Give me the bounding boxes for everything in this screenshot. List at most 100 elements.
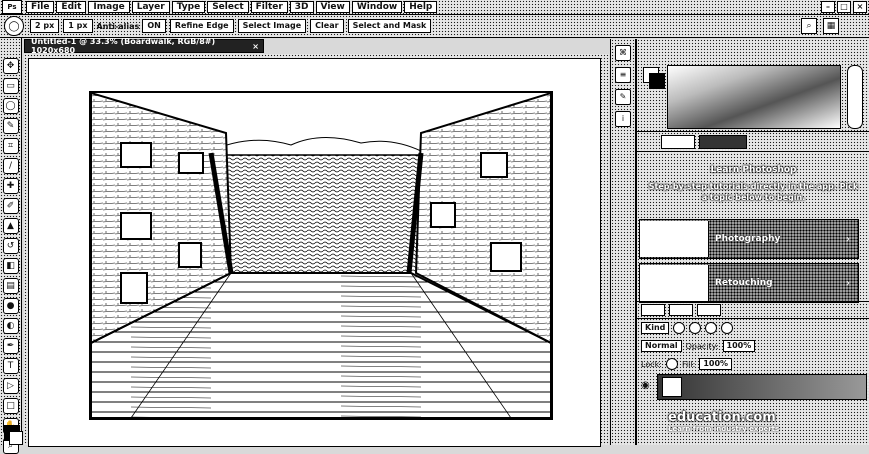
chevron-right-icon: › [846, 233, 850, 245]
photography-thumbnail [640, 221, 709, 257]
background-color-swatch[interactable] [9, 431, 23, 445]
menu-edit[interactable]: Edit [56, 1, 87, 13]
eye-icon[interactable]: ◉ [641, 380, 650, 391]
layer-thumbnail [662, 377, 682, 397]
document-title: Untitled-1 @ 33.3% (Boardwalk, RGB/8#) 1… [31, 37, 216, 55]
refine-edge-button[interactable]: Refine Edge [169, 19, 234, 33]
color-spectrum[interactable] [667, 65, 841, 129]
tutorial-label: Photography [715, 234, 781, 244]
healing-brush-icon[interactable]: ✚ [2, 178, 19, 194]
document-canvas[interactable] [28, 58, 601, 447]
stamp-tool-icon[interactable]: ▲ [2, 218, 19, 234]
pen-tool-icon[interactable]: ✒ [2, 338, 19, 354]
search-icon[interactable]: ⌕ [801, 18, 817, 34]
path-select-icon[interactable]: ▷ [2, 378, 19, 394]
lock-label: Lock: [641, 359, 662, 369]
menu-file[interactable]: File [26, 1, 55, 13]
lock-icon[interactable] [665, 358, 678, 370]
retouching-thumbnail [640, 265, 709, 301]
workspace-icon[interactable]: ▦ [823, 18, 839, 34]
dodge-tool-icon[interactable]: ◐ [2, 318, 19, 334]
tutorial-photography[interactable]: Photography › [639, 219, 859, 259]
menu-filter[interactable]: Filter [250, 1, 288, 13]
size-input[interactable]: 2 px [30, 19, 60, 33]
photoshop-logo-icon[interactable]: Ps [2, 0, 22, 14]
learn-panel: Learn Photoshop Step-by-step tutorials d… [637, 153, 869, 303]
menu-image[interactable]: Image [88, 1, 130, 13]
size2-input[interactable]: 1 px [63, 19, 93, 33]
lasso-tool-icon[interactable]: ◯ [4, 16, 24, 36]
marquee-tool-icon[interactable]: ▭ [2, 78, 19, 94]
window-controls: – □ × [821, 1, 867, 13]
hue-slider[interactable] [847, 65, 863, 129]
layers-blend-row: Normal Opacity: 100% [637, 337, 869, 355]
pixel-filter-icon[interactable] [673, 322, 686, 334]
layers-filter-row: Kind [637, 319, 869, 337]
opacity-input[interactable]: 100% [722, 340, 756, 352]
type-tool-icon[interactable]: T [2, 358, 19, 374]
close-icon[interactable]: × [853, 1, 867, 13]
layers-panel: Kind Normal Opacity: 100% Lock: Fill: 10… [637, 301, 869, 412]
select-and-mask-button[interactable]: Select and Mask [347, 19, 432, 33]
close-icon[interactable]: × [252, 42, 259, 51]
tools-panel: ✥ ▭ ◯ ✎ ⌗ / ✚ ✐ ▲ ↺ ◧ ▤ ● ◐ ✒ T ▷ □ ✋ ⌕ [0, 38, 23, 454]
crop-tool-icon[interactable]: ⌗ [2, 138, 19, 154]
blur-tool-icon[interactable]: ● [2, 298, 19, 314]
layers-lock-row: Lock: Fill: 100% [637, 355, 869, 373]
info-panel-icon[interactable]: i [615, 111, 631, 127]
boardwalk-photo [89, 91, 553, 420]
learn-title: Learn Photoshop [710, 165, 797, 175]
eraser-tool-icon[interactable]: ◧ [2, 258, 19, 274]
tutorial-retouching[interactable]: Retouching › [639, 263, 859, 303]
background-swatch[interactable] [649, 73, 665, 89]
layer-kind-select[interactable]: Kind [641, 322, 670, 334]
menu-3d[interactable]: 3D [289, 1, 314, 13]
clear-button[interactable]: Clear [310, 19, 344, 33]
watermark-subtitle: Learn from industry experts [668, 425, 780, 433]
color-panel [637, 39, 869, 132]
eyedropper-tool-icon[interactable]: / [2, 158, 19, 174]
shape-tool-icon[interactable]: □ [2, 398, 19, 414]
antialias-label: Anti-alias [96, 21, 140, 31]
history-panel-icon[interactable]: ⌘ [615, 45, 631, 61]
tab-channels[interactable] [669, 304, 693, 316]
move-tool-icon[interactable]: ✥ [2, 58, 19, 74]
history-brush-icon[interactable]: ↺ [2, 238, 19, 254]
panel-tabs [637, 132, 869, 152]
menu-type[interactable]: Type [171, 1, 206, 13]
shape-filter-icon[interactable] [721, 322, 734, 334]
menu-layer[interactable]: Layer [131, 1, 170, 13]
blend-mode-select[interactable]: Normal [641, 340, 682, 352]
tab-learn[interactable] [699, 134, 747, 149]
menu-help[interactable]: Help [404, 1, 438, 13]
tutorial-label: Retouching [715, 278, 773, 288]
fill-input[interactable]: 100% [699, 358, 733, 370]
properties-panel-icon[interactable]: ≡ [615, 67, 631, 83]
menu-view[interactable]: View [315, 1, 350, 13]
canvas-area [24, 54, 609, 447]
maximize-icon[interactable]: □ [837, 1, 851, 13]
adjustment-filter-icon[interactable] [689, 322, 702, 334]
lasso-tool-icon[interactable]: ◯ [2, 98, 19, 114]
menu-bar: Ps File Edit Image Layer Type Select Fil… [0, 0, 869, 15]
layer-row[interactable] [657, 374, 867, 400]
menu-window[interactable]: Window [351, 1, 403, 13]
workspace-controls: ⌕ ▦ [801, 18, 839, 34]
watermark: education.com Learn from industry expert… [668, 410, 838, 444]
gradient-tool-icon[interactable]: ▤ [2, 278, 19, 294]
tab-layers[interactable] [641, 304, 665, 316]
chevron-right-icon: › [846, 277, 850, 289]
fill-label: Fill: [681, 359, 696, 369]
tab-libraries[interactable] [661, 134, 695, 149]
layers-tabs [637, 302, 869, 319]
type-filter-icon[interactable] [705, 322, 718, 334]
tab-paths[interactable] [697, 304, 721, 316]
brush-tool-icon[interactable]: ✐ [2, 198, 19, 214]
antialias-select[interactable]: ON [142, 19, 166, 33]
select-image-button[interactable]: Select Image [237, 19, 307, 33]
quick-select-tool-icon[interactable]: ✎ [2, 118, 19, 134]
menu-select[interactable]: Select [207, 1, 249, 13]
minimize-icon[interactable]: – [821, 1, 835, 13]
document-tab[interactable]: Untitled-1 @ 33.3% (Boardwalk, RGB/8#) 1… [24, 37, 264, 55]
brush-panel-icon[interactable]: ✎ [615, 89, 631, 105]
